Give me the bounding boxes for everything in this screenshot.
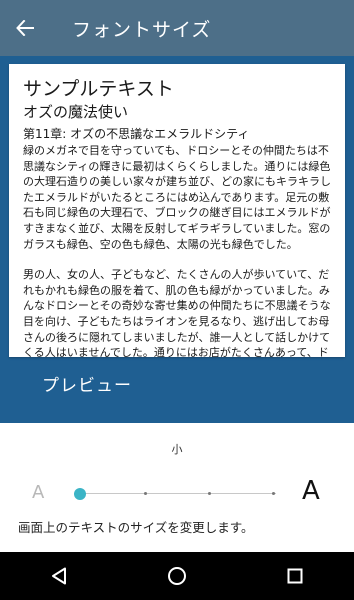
- slider-tick: [272, 492, 275, 495]
- chapter-heading: 第11章: オズの不思議なエメラルドシティ: [23, 127, 250, 141]
- slider-tick: [144, 492, 147, 495]
- preview-paragraph-1: 緑のメガネで目を守っていても、ドロシーとその仲間たちは不思議なシティの輝きに最初…: [23, 144, 331, 251]
- slider-tick: [208, 492, 211, 495]
- sample-title: サンプルテキスト: [23, 78, 174, 100]
- nav-recents-button[interactable]: [265, 552, 325, 600]
- page-title: フォントサイズ: [72, 18, 212, 41]
- nav-back-triangle-icon: [52, 567, 66, 585]
- preview-paragraph-2: 男の人、女の人、子どもなど、たくさんの人が歩いていて、だれもかれも緑色の服を着て…: [23, 268, 331, 357]
- small-font-icon[interactable]: A: [32, 482, 44, 503]
- system-nav-bar: [0, 552, 354, 600]
- nav-home-button[interactable]: [147, 552, 207, 600]
- back-button[interactable]: [0, 0, 50, 56]
- font-size-slider[interactable]: [74, 483, 284, 505]
- book-title: オズの魔法使い: [23, 103, 129, 121]
- app-bar: フォントサイズ: [0, 0, 354, 56]
- slider-thumb[interactable]: [74, 488, 86, 500]
- current-size-label: 小: [171, 443, 183, 456]
- description-text: 画面上のテキストのサイズを変更します。: [18, 520, 254, 535]
- nav-recents-square-icon: [287, 568, 303, 584]
- slider-track: [80, 493, 276, 494]
- preview-label: プレビュー: [42, 376, 132, 396]
- large-font-icon[interactable]: A: [302, 476, 320, 506]
- preview-card[interactable]: サンプルテキスト オズの魔法使い 第11章: オズの不思議なエメラルドシティ 緑…: [9, 64, 345, 357]
- arrow-back-icon: [16, 20, 34, 36]
- nav-back-button[interactable]: [29, 552, 89, 600]
- nav-home-circle-icon: [168, 567, 186, 585]
